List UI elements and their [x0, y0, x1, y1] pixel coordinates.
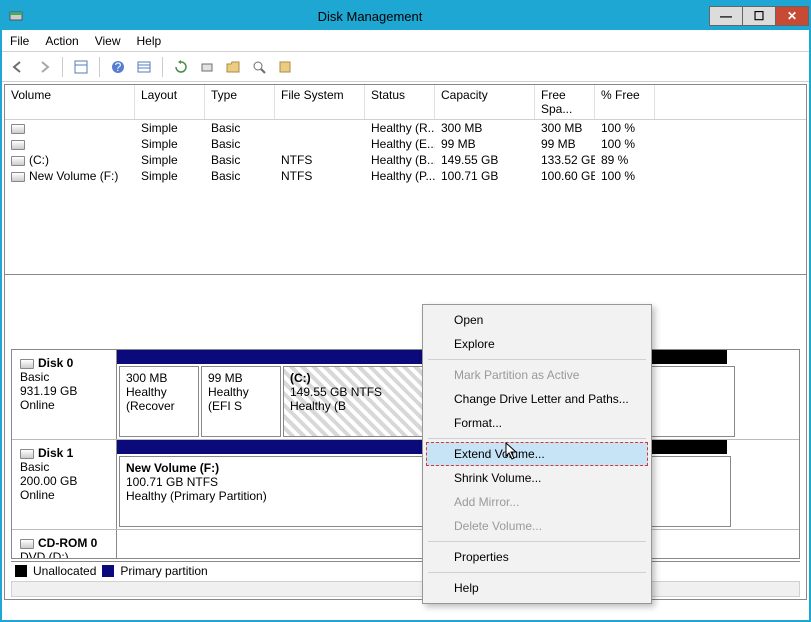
column-headers: Volume Layout Type File System Status Ca…: [5, 85, 806, 120]
menu-explore[interactable]: Explore: [426, 332, 648, 356]
legend-primary-swatch: [102, 565, 114, 577]
menu-help[interactable]: Help: [137, 34, 162, 48]
menu-action[interactable]: Action: [45, 34, 78, 48]
menu-change-letter[interactable]: Change Drive Letter and Paths...: [426, 387, 648, 411]
menubar: File Action View Help: [2, 30, 809, 52]
column-volume[interactable]: Volume: [5, 85, 135, 119]
legend-primary-label: Primary partition: [120, 564, 207, 578]
menu-view[interactable]: View: [95, 34, 121, 48]
toolbar: ?: [2, 52, 809, 82]
column-status[interactable]: Status: [365, 85, 435, 119]
disk-info: Disk 1Basic200.00 GBOnline: [12, 440, 117, 529]
column-type[interactable]: Type: [205, 85, 275, 119]
search-icon[interactable]: [249, 57, 269, 77]
menu-shrink-volume[interactable]: Shrink Volume...: [426, 466, 648, 490]
view-icon[interactable]: [71, 57, 91, 77]
partition-box[interactable]: 300 MBHealthy (Recover: [119, 366, 199, 437]
column-layout[interactable]: Layout: [135, 85, 205, 119]
volume-row[interactable]: SimpleBasicHealthy (R...300 MB300 MB100 …: [5, 120, 806, 136]
disk-row: Disk 0Basic931.19 GBOnline300 MBHealthy …: [12, 350, 799, 440]
content-panel: Volume Layout Type File System Status Ca…: [4, 84, 807, 600]
refresh-icon[interactable]: [171, 57, 191, 77]
legend-unallocated-label: Unallocated: [33, 564, 96, 578]
minimize-button[interactable]: —: [709, 6, 743, 26]
open-icon[interactable]: [223, 57, 243, 77]
disk-info: CD-ROM 0DVD (D:)No Media: [12, 530, 117, 559]
disk-panel: Disk 0Basic931.19 GBOnline300 MBHealthy …: [11, 349, 800, 559]
horizontal-scrollbar[interactable]: [11, 581, 800, 597]
forward-button[interactable]: [34, 57, 54, 77]
volume-row[interactable]: New Volume (F:)SimpleBasicNTFSHealthy (P…: [5, 168, 806, 184]
partition-box[interactable]: 99 MBHealthy (EFI S: [201, 366, 281, 437]
settings-icon[interactable]: [275, 57, 295, 77]
menu-format[interactable]: Format...: [426, 411, 648, 435]
volume-row[interactable]: SimpleBasicHealthy (E...99 MB99 MB100 %: [5, 136, 806, 152]
column-percent[interactable]: % Free: [595, 85, 655, 119]
menu-open[interactable]: Open: [426, 308, 648, 332]
menu-extend-volume[interactable]: Extend Volume...: [426, 442, 648, 466]
menu-properties[interactable]: Properties: [426, 545, 648, 569]
list-icon[interactable]: [134, 57, 154, 77]
titlebar: Disk Management — ☐ ✕: [2, 2, 809, 30]
app-window: Disk Management — ☐ ✕ File Action View H…: [0, 0, 811, 622]
legend: Unallocated Primary partition: [11, 561, 800, 579]
menu-delete-volume: Delete Volume...: [426, 514, 648, 538]
menu-file[interactable]: File: [10, 34, 29, 48]
back-button[interactable]: [8, 57, 28, 77]
app-icon: [8, 8, 24, 24]
menu-add-mirror: Add Mirror...: [426, 490, 648, 514]
volume-list: Volume Layout Type File System Status Ca…: [5, 85, 806, 275]
disk-row: CD-ROM 0DVD (D:)No Media: [12, 530, 799, 559]
column-free[interactable]: Free Spa...: [535, 85, 595, 119]
context-menu: Open Explore Mark Partition as Active Ch…: [422, 304, 652, 604]
svg-text:?: ?: [115, 60, 122, 74]
disk-row: Disk 1Basic200.00 GBOnlineNew Volume (F:…: [12, 440, 799, 530]
column-filesystem[interactable]: File System: [275, 85, 365, 119]
column-capacity[interactable]: Capacity: [435, 85, 535, 119]
disk-info: Disk 0Basic931.19 GBOnline: [12, 350, 117, 439]
legend-unallocated-swatch: [15, 565, 27, 577]
volume-row[interactable]: (C:)SimpleBasicNTFSHealthy (B...149.55 G…: [5, 152, 806, 168]
maximize-button[interactable]: ☐: [742, 6, 776, 26]
close-button[interactable]: ✕: [775, 6, 809, 26]
help-icon[interactable]: ?: [108, 57, 128, 77]
menu-mark-active: Mark Partition as Active: [426, 363, 648, 387]
disk-icon[interactable]: [197, 57, 217, 77]
menu-help-item[interactable]: Help: [426, 576, 648, 600]
window-title: Disk Management: [30, 9, 710, 24]
